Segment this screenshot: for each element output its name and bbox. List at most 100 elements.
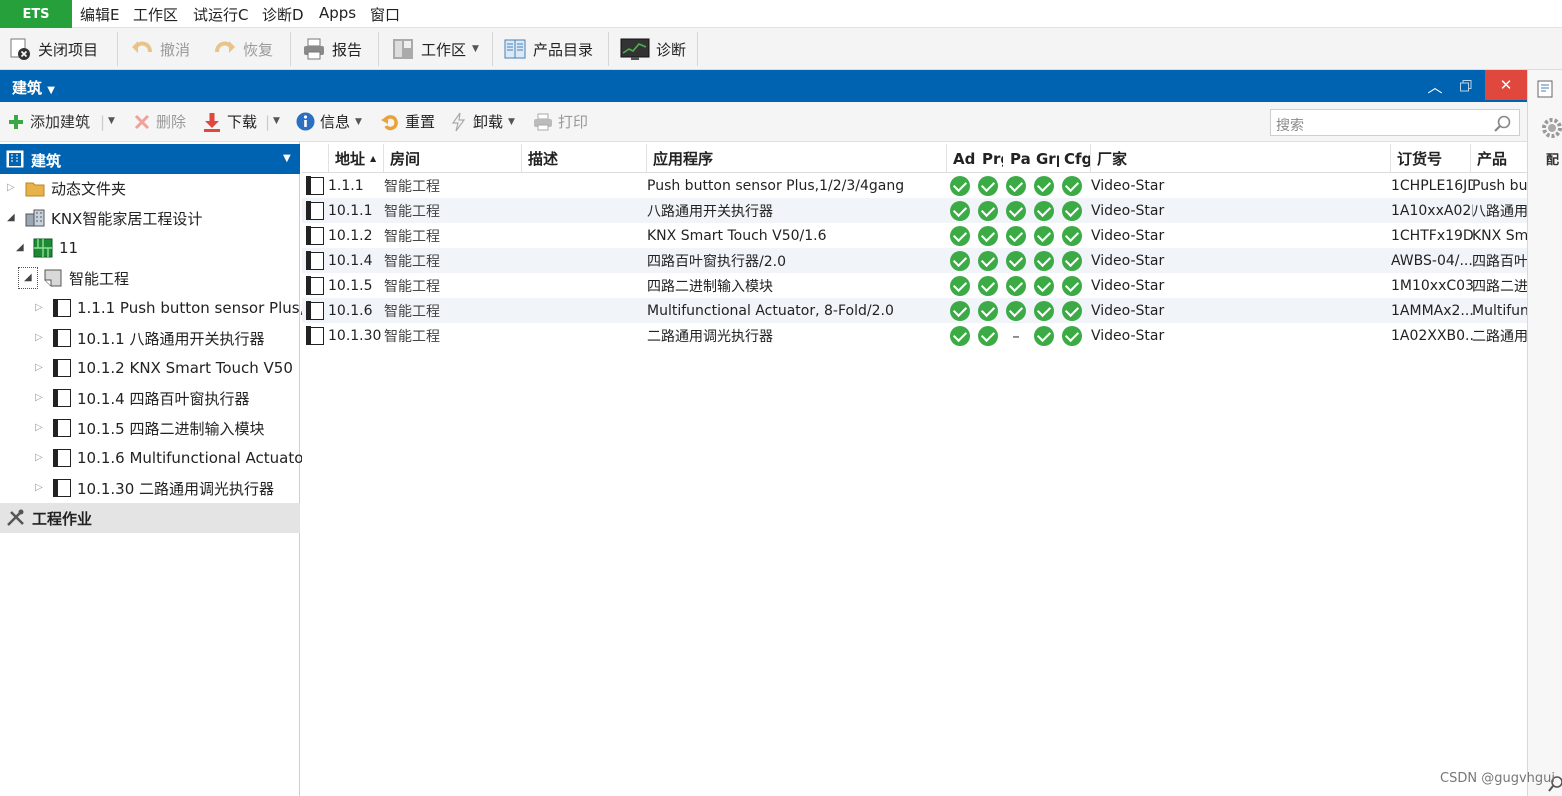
status-par-check-icon	[1006, 198, 1030, 223]
tree-item-label: 智能工程	[69, 269, 130, 288]
tree-item-label: 10.1.30 二路通用调光执行器	[77, 479, 275, 498]
tree-item-label: 动态文件夹	[51, 179, 127, 198]
info-button[interactable]: 信息 ▼	[296, 111, 362, 132]
tree-item-dynamic-folders[interactable]: 动态文件夹	[25, 173, 126, 203]
workspace-button[interactable]: 工作区 ▼	[391, 36, 479, 62]
cell-product: 八路通用	[1472, 203, 1527, 220]
catalog-label: 产品目录	[533, 40, 594, 59]
status-adr-check-icon	[950, 298, 974, 323]
menu-commissioning[interactable]: 试运行C	[193, 4, 248, 25]
expand-arrow-icon[interactable]: ▷	[35, 362, 43, 373]
cell-order-number: 1A02XXB0...	[1391, 327, 1473, 344]
tree-header[interactable]: 建筑 ▼	[0, 144, 300, 174]
diagnostics-button[interactable]: 诊断	[620, 36, 686, 62]
col-prg[interactable]: Prg	[975, 144, 1003, 173]
tree-item-device[interactable]: 10.1.30 二路通用调光执行器	[52, 473, 275, 503]
col-application[interactable]: 应用程序	[647, 144, 947, 173]
status-adr-check-icon	[950, 248, 974, 273]
expand-arrow-icon[interactable]: ▷	[35, 302, 43, 313]
building-icon	[6, 150, 24, 168]
table-row[interactable]: 1.1.1 智能工程 Push button sensor Plus,1/2/3/4…	[302, 173, 1527, 198]
add-building-button[interactable]: 添加建筑	[7, 111, 90, 132]
table-row[interactable]: 10.1.4 智能工程 四路百叶窗执行器/2.0 Video-Star AWBS-04/…	[302, 248, 1527, 273]
menu-edit[interactable]: 编辑E	[80, 4, 119, 25]
expand-arrow-icon[interactable]: ▷	[35, 452, 43, 463]
col-address[interactable]: 地址 ▲	[329, 144, 384, 173]
tree-item-device[interactable]: 10.1.5 四路二进制输入模块	[52, 413, 264, 443]
catalog-book-icon	[504, 39, 526, 59]
chevron-down-icon[interactable]: ▼	[273, 116, 280, 126]
unload-button[interactable]: 卸载 ▼	[450, 111, 515, 132]
col-par[interactable]: Par	[1003, 144, 1031, 173]
col-description-label: 描述	[528, 150, 559, 168]
properties-tab-label[interactable]: 配	[1546, 149, 1559, 168]
tree-item-smart-project[interactable]: 智能工程	[43, 263, 129, 293]
cell-room: 智能工程	[384, 228, 440, 245]
col-manufacturer[interactable]: 厂家	[1091, 144, 1391, 173]
status-grp-check-icon	[1034, 173, 1058, 198]
delete-button[interactable]: 删除	[133, 111, 186, 132]
device-cell	[306, 198, 328, 223]
check-icon	[1006, 300, 1026, 321]
expand-arrow-icon[interactable]: ▷	[7, 182, 15, 193]
report-button[interactable]: 报告	[302, 36, 362, 62]
col-grp[interactable]: Grp	[1031, 144, 1059, 173]
tree-item-area-11[interactable]: 11	[33, 233, 78, 263]
col-room[interactable]: 房间	[384, 144, 522, 173]
device-cell	[306, 298, 328, 323]
tree-item-device[interactable]: 10.1.2 KNX Smart Touch V50	[52, 353, 293, 383]
expand-arrow-icon[interactable]: ▷	[35, 482, 43, 493]
ets-menu-button[interactable]: ETS	[0, 0, 72, 28]
col-description[interactable]: 描述	[522, 144, 647, 173]
restore-panel-button[interactable]	[1446, 70, 1486, 102]
tree-item-project[interactable]: KNX智能家居工程设计	[25, 203, 202, 233]
col-order-number[interactable]: 订货号	[1391, 144, 1471, 173]
col-cfg[interactable]: Cfg	[1059, 144, 1091, 173]
settings-gear-icon[interactable]	[1540, 116, 1562, 140]
tree-item-device[interactable]: 1.1.1 Push button sensor Plus,1...	[52, 293, 328, 323]
menu-workspace[interactable]: 工作区	[133, 4, 178, 25]
expand-arrow-icon[interactable]: ▷	[35, 332, 43, 343]
download-label: 下载	[227, 113, 258, 131]
close-project-button[interactable]: 关闭项目	[8, 36, 98, 62]
status-prg-check-icon	[978, 298, 1002, 323]
download-button[interactable]: 下载	[202, 111, 257, 132]
chevron-down-icon[interactable]: ▼	[108, 116, 115, 126]
table-row[interactable]: 10.1.6 智能工程 Multifunctional Actuator, 8-Fo…	[302, 298, 1527, 323]
menu-apps[interactable]: Apps	[319, 4, 356, 22]
check-icon	[950, 250, 970, 271]
cell-order-number: 1CHPLE16JD	[1391, 177, 1473, 194]
expand-arrow-icon[interactable]: ▷	[35, 392, 43, 403]
search-input[interactable]: 搜索	[1270, 109, 1520, 136]
expand-arrow-icon[interactable]: ▷	[35, 422, 43, 433]
table-row[interactable]: 10.1.5 智能工程 四路二进制输入模块 Video-Star 1M10xxC03B四…	[302, 273, 1527, 298]
tree-item-device[interactable]: 10.1.4 四路百叶窗执行器	[52, 383, 249, 413]
table-row[interactable]: 10.1.1 智能工程 八路通用开关执行器 Video-Star 1A10xxA02R 八…	[302, 198, 1527, 223]
collapse-arrow-icon[interactable]: ◢	[24, 272, 32, 283]
collapse-arrow-icon[interactable]: ◢	[7, 212, 15, 223]
catalog-button[interactable]: 产品目录	[503, 36, 593, 62]
print-button[interactable]: 打印	[533, 111, 588, 132]
tree-item-device[interactable]: 10.1.1 八路通用开关执行器	[52, 323, 264, 353]
device-cell	[306, 173, 328, 198]
col-adr[interactable]: Adr	[947, 144, 975, 173]
tree-item-device[interactable]: 10.1.6 Multifunctional Actuator...	[52, 443, 323, 473]
properties-icon[interactable]	[1537, 80, 1553, 98]
menu-diagnostics[interactable]: 诊断D	[262, 4, 304, 25]
panel-title-dropdown[interactable]: 建筑 ▼	[12, 77, 55, 98]
cell-application: 二路通用调光执行器	[647, 328, 773, 345]
reset-button[interactable]: 重置	[380, 111, 435, 132]
table-row[interactable]: 10.1.30 智能工程 二路通用调光执行器 Video-Star 1A02XXB0..…	[302, 323, 1527, 348]
menu-window[interactable]: 窗口	[370, 4, 400, 25]
undo-button[interactable]: 撤消	[130, 36, 190, 62]
table-row[interactable]: 10.1.2 智能工程 KNX Smart Touch V50/1.6 Video-S…	[302, 223, 1527, 248]
cell-product: 二路通用	[1472, 328, 1527, 345]
redo-button[interactable]: 恢复	[213, 36, 273, 62]
check-icon	[1034, 325, 1054, 346]
work-section-header[interactable]: 工程作业	[0, 503, 300, 533]
status-par-check-icon	[1006, 273, 1030, 298]
close-panel-button[interactable]: ✕	[1485, 70, 1527, 100]
check-icon	[1062, 300, 1082, 321]
collapse-arrow-icon[interactable]: ◢	[16, 242, 24, 253]
col-product[interactable]: 产品	[1471, 144, 1527, 173]
